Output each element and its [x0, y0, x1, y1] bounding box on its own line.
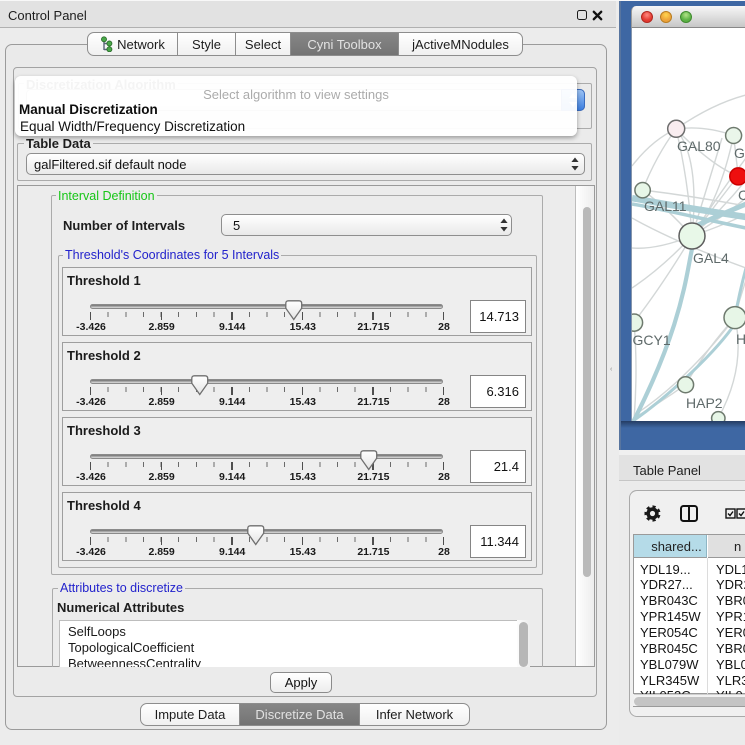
svg-text:HAP2: HAP2	[686, 395, 723, 411]
svg-text:GAL4: GAL4	[693, 250, 729, 266]
svg-text:HA: HA	[736, 331, 745, 347]
svg-text:GA: GA	[734, 145, 745, 161]
svg-text:GAL11: GAL11	[644, 198, 687, 214]
svg-text:CY: CY	[738, 187, 745, 203]
svg-text:GCY1: GCY1	[633, 332, 671, 348]
svg-text:GAL80: GAL80	[677, 138, 721, 154]
